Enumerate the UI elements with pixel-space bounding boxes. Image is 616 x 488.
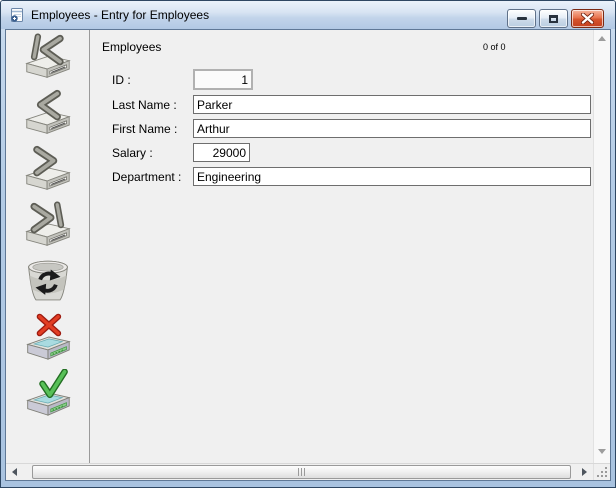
field-row-first-name: First Name : xyxy=(112,118,591,139)
first-name-label: First Name : xyxy=(112,122,193,136)
horizontal-scroll-thumb[interactable] xyxy=(32,465,571,479)
department-field[interactable] xyxy=(193,167,591,186)
last-name-label: Last Name : xyxy=(112,98,193,112)
scroll-left-button[interactable] xyxy=(6,464,23,480)
id-label: ID : xyxy=(112,73,193,87)
minimize-icon xyxy=(517,17,527,20)
close-button[interactable] xyxy=(571,9,604,28)
confirm-check-drive-icon xyxy=(24,369,72,417)
scroll-left-icon xyxy=(12,468,17,476)
last-name-field[interactable] xyxy=(193,95,591,114)
titlebar: Employees - Entry for Employees xyxy=(1,1,615,29)
department-label: Department : xyxy=(112,170,193,184)
scroll-right-icon xyxy=(582,468,587,476)
id-field[interactable] xyxy=(193,69,253,90)
first-name-field[interactable] xyxy=(193,119,591,138)
maximize-icon xyxy=(549,15,558,23)
thumb-grip-icon xyxy=(298,468,306,476)
previous-record-button[interactable] xyxy=(23,89,73,137)
window-controls xyxy=(507,9,604,28)
horizontal-scrollbar-row xyxy=(6,463,610,480)
window-title: Employees - Entry for Employees xyxy=(31,8,209,22)
field-row-id: ID : xyxy=(112,69,253,90)
field-row-department: Department : xyxy=(112,166,591,187)
client-area: Employees 0 of 0 ID : Last Name : First … xyxy=(5,29,611,481)
minimize-button[interactable] xyxy=(507,9,536,28)
scroll-up-icon[interactable] xyxy=(598,36,606,41)
last-record-icon xyxy=(24,201,72,249)
field-row-last-name: Last Name : xyxy=(112,94,591,115)
record-toolbar xyxy=(6,30,90,463)
vertical-scrollbar[interactable] xyxy=(593,30,610,463)
app-window: Employees - Entry for Employees xyxy=(0,0,616,488)
last-record-button[interactable] xyxy=(23,201,73,249)
delete-record-button[interactable] xyxy=(23,257,73,305)
resize-grip[interactable] xyxy=(593,464,610,480)
form-heading: Employees xyxy=(102,40,161,54)
scroll-right-button[interactable] xyxy=(576,464,593,480)
close-icon xyxy=(581,13,594,24)
form-app-icon xyxy=(9,7,25,23)
first-record-icon xyxy=(24,33,72,81)
previous-record-icon xyxy=(24,89,72,137)
scroll-down-icon[interactable] xyxy=(598,449,606,454)
next-record-button[interactable] xyxy=(23,145,73,193)
horizontal-scrollbar-track[interactable] xyxy=(23,464,576,480)
resize-grip-icon xyxy=(596,466,608,478)
post-edits-button[interactable] xyxy=(23,369,73,417)
entry-form: Employees 0 of 0 ID : Last Name : First … xyxy=(90,30,593,463)
body: Employees 0 of 0 ID : Last Name : First … xyxy=(6,30,610,463)
record-counter: 0 of 0 xyxy=(483,42,506,52)
cancel-edits-button[interactable] xyxy=(23,313,73,361)
salary-field[interactable] xyxy=(193,143,250,162)
salary-label: Salary : xyxy=(112,146,193,160)
field-row-salary: Salary : xyxy=(112,142,250,163)
next-record-icon xyxy=(24,145,72,193)
maximize-button[interactable] xyxy=(539,9,568,28)
trash-recycle-icon xyxy=(24,257,72,305)
cancel-x-drive-icon xyxy=(24,313,72,361)
first-record-button[interactable] xyxy=(23,33,73,81)
